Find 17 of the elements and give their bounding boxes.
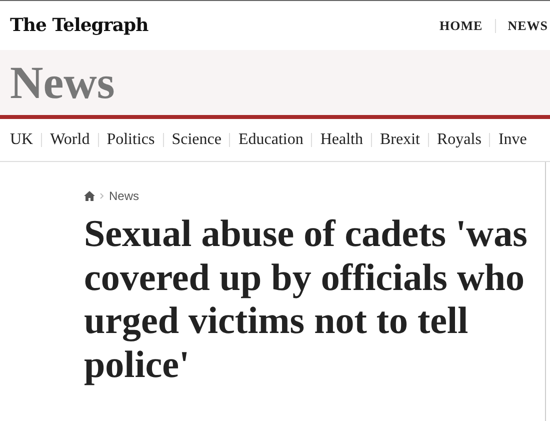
breadcrumb-link[interactable]: News: [109, 189, 140, 203]
nav-link[interactable]: Education: [238, 131, 304, 149]
nav-link[interactable]: Royals: [437, 131, 482, 149]
section-title: News: [10, 56, 115, 109]
site-logo[interactable]: The Telegraph: [10, 15, 148, 36]
nav-link[interactable]: Brexit: [380, 131, 420, 149]
top-nav-link[interactable]: HOME: [440, 18, 483, 34]
chevron-icon: [100, 193, 104, 199]
home-icon[interactable]: [84, 191, 95, 201]
top-nav-link[interactable]: NEWS: [508, 18, 548, 34]
nav-link[interactable]: Politics: [106, 131, 155, 149]
nav-link[interactable]: Science: [172, 131, 222, 149]
nav-link[interactable]: World: [50, 131, 90, 149]
article-headline: Sexual abuse of cadets 'was covered up by officials who urged victims not to tell police': [84, 213, 528, 387]
nav-link[interactable]: UK: [10, 131, 34, 149]
nav-link[interactable]: Inve: [498, 131, 527, 149]
nav-link[interactable]: Health: [320, 131, 363, 149]
